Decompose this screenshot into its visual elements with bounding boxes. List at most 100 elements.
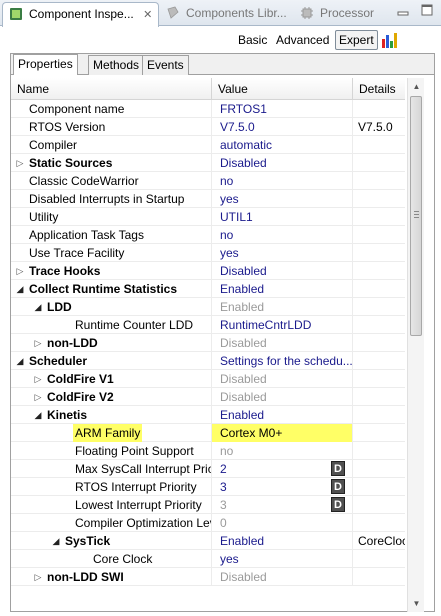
table-row[interactable]: Lowest Interrupt Priority 3 D bbox=[11, 496, 405, 514]
table-row[interactable]: Compiler Optimization Lev 0 bbox=[11, 514, 405, 532]
table-row[interactable]: RTOS Interrupt Priority 3 D bbox=[11, 478, 405, 496]
table-row[interactable]: ▷ Trace Hooks Disabled bbox=[11, 262, 405, 280]
minimize-icon[interactable] bbox=[396, 3, 410, 17]
scrollbar-thumb[interactable] bbox=[410, 96, 422, 336]
collapse-arrow-icon[interactable]: ◢ bbox=[51, 532, 61, 550]
table-row[interactable]: ▷ non-LDD Disabled bbox=[11, 334, 405, 352]
table-row[interactable]: Max SysCall Interrupt Prior 2 D bbox=[11, 460, 405, 478]
close-icon[interactable]: ✕ bbox=[143, 9, 152, 21]
value-cell[interactable]: FRTOS1 bbox=[212, 100, 353, 118]
table-row[interactable]: Application Task Tags no bbox=[11, 226, 405, 244]
tab-processor[interactable]: Processor bbox=[294, 2, 380, 26]
table-row[interactable]: Utility UTIL1 bbox=[11, 208, 405, 226]
tab-components-library[interactable]: Components Libr... bbox=[160, 2, 293, 26]
table-row[interactable]: Component name FRTOS1 bbox=[11, 100, 405, 118]
table-row[interactable]: ARM Family Cortex M0+ bbox=[11, 424, 405, 442]
maximize-icon[interactable] bbox=[420, 3, 434, 17]
table-row[interactable]: Classic CodeWarrior no bbox=[11, 172, 405, 190]
table-row[interactable]: ◢ Collect Runtime Statistics Enabled bbox=[11, 280, 405, 298]
value-cell[interactable]: Enabled bbox=[212, 406, 353, 424]
table-row[interactable]: Floating Point Support no bbox=[11, 442, 405, 460]
value-cell[interactable]: Disabled bbox=[212, 370, 353, 388]
value-cell[interactable]: Cortex M0+ bbox=[212, 424, 353, 442]
property-value: Disabled bbox=[220, 336, 267, 350]
name-cell: ◢ LDD bbox=[11, 298, 212, 316]
default-value-button[interactable]: D bbox=[331, 461, 345, 476]
table-row[interactable]: Use Trace Facility yes bbox=[11, 244, 405, 262]
table-row[interactable]: ▷ ColdFire V1 Disabled bbox=[11, 370, 405, 388]
table-row[interactable]: ▷ ColdFire V2 Disabled bbox=[11, 388, 405, 406]
value-cell[interactable]: no bbox=[212, 442, 353, 460]
table-row[interactable]: Disabled Interrupts in Startup yes bbox=[11, 190, 405, 208]
expand-arrow-icon[interactable]: ▷ bbox=[33, 568, 43, 586]
tab-events[interactable]: Events bbox=[142, 55, 189, 75]
value-cell[interactable]: no bbox=[212, 226, 353, 244]
details-cell bbox=[353, 244, 405, 262]
expand-arrow-icon[interactable]: ▷ bbox=[33, 388, 43, 406]
value-cell[interactable]: Settings for the schedu... bbox=[212, 352, 353, 370]
value-cell[interactable]: UTIL1 bbox=[212, 208, 353, 226]
value-cell[interactable]: automatic bbox=[212, 136, 353, 154]
table-row[interactable]: ▷ non-LDD SWI Disabled bbox=[11, 568, 405, 586]
value-cell[interactable]: Enabled bbox=[212, 298, 353, 316]
value-cell[interactable]: 0 bbox=[212, 514, 353, 532]
name-cell: Application Task Tags bbox=[11, 226, 212, 244]
value-cell[interactable]: Disabled bbox=[212, 334, 353, 352]
default-value-button[interactable]: D bbox=[331, 497, 345, 512]
value-cell[interactable]: Disabled bbox=[212, 568, 353, 586]
value-cell[interactable]: Disabled bbox=[212, 154, 353, 172]
table-row[interactable]: RTOS Version V7.5.0 V7.5.0 bbox=[11, 118, 405, 136]
collapse-arrow-icon[interactable]: ◢ bbox=[33, 406, 43, 424]
value-cell[interactable]: 2D bbox=[212, 460, 353, 478]
value-cell[interactable]: yes bbox=[212, 190, 353, 208]
value-cell[interactable]: Enabled bbox=[212, 280, 353, 298]
property-name: Classic CodeWarrior bbox=[29, 174, 139, 188]
collapse-arrow-icon[interactable]: ◢ bbox=[15, 280, 25, 298]
value-cell[interactable]: yes bbox=[212, 550, 353, 568]
tab-component-inspector[interactable]: Component Inspe... ✕ bbox=[2, 2, 160, 27]
expand-arrow-icon[interactable]: ▷ bbox=[15, 262, 25, 280]
table-row[interactable]: ▷ Static Sources Disabled bbox=[11, 154, 405, 172]
scroll-down-arrow-icon[interactable]: ▼ bbox=[408, 595, 425, 612]
value-cell[interactable]: Disabled bbox=[212, 388, 353, 406]
value-cell[interactable]: RuntimeCntrLDD bbox=[212, 316, 353, 334]
value-cell[interactable]: 3D bbox=[212, 496, 353, 514]
value-cell[interactable]: Disabled bbox=[212, 262, 353, 280]
table-row[interactable]: Core Clock yes bbox=[11, 550, 405, 568]
property-value: no bbox=[220, 444, 234, 458]
value-cell[interactable]: Enabled bbox=[212, 532, 353, 550]
value-cell[interactable]: V7.5.0 bbox=[212, 118, 353, 136]
column-header-name[interactable]: Name bbox=[11, 78, 212, 100]
details-cell bbox=[353, 100, 405, 118]
details-cell bbox=[353, 550, 405, 568]
advanced-mode-button[interactable]: Advanced bbox=[272, 30, 333, 50]
column-header-details[interactable]: Details bbox=[353, 78, 405, 100]
details-cell bbox=[353, 334, 405, 352]
collapse-arrow-icon[interactable]: ◢ bbox=[15, 352, 25, 370]
expand-arrow-icon[interactable]: ▷ bbox=[33, 370, 43, 388]
table-row[interactable]: ◢ Kinetis Enabled bbox=[11, 406, 405, 424]
value-cell[interactable]: no bbox=[212, 172, 353, 190]
expand-arrow-icon[interactable]: ▷ bbox=[15, 154, 25, 172]
scroll-up-arrow-icon[interactable]: ▲ bbox=[408, 78, 425, 95]
default-value-button[interactable]: D bbox=[331, 479, 345, 494]
table-row[interactable]: ◢ Scheduler Settings for the schedu... bbox=[11, 352, 405, 370]
table-row[interactable]: Compiler automatic bbox=[11, 136, 405, 154]
property-name: Use Trace Facility bbox=[29, 246, 125, 260]
expand-arrow-icon[interactable]: ▷ bbox=[33, 334, 43, 352]
column-header-value[interactable]: Value bbox=[212, 78, 353, 100]
property-value: Enabled bbox=[220, 534, 265, 548]
basic-mode-button[interactable]: Basic bbox=[234, 30, 271, 50]
value-cell[interactable]: yes bbox=[212, 244, 353, 262]
bar-chart-icon[interactable] bbox=[381, 31, 399, 49]
table-row[interactable]: Runtime Counter LDD RuntimeCntrLDD bbox=[11, 316, 405, 334]
vertical-scrollbar[interactable]: ▲ ▼ bbox=[407, 78, 424, 612]
tab-methods[interactable]: Methods bbox=[88, 55, 145, 75]
tab-properties[interactable]: Properties bbox=[13, 54, 78, 75]
value-cell[interactable]: 3D bbox=[212, 478, 353, 496]
property-value: UTIL1 bbox=[220, 210, 253, 224]
expert-mode-button[interactable]: Expert bbox=[335, 30, 378, 50]
collapse-arrow-icon[interactable]: ◢ bbox=[33, 298, 43, 316]
table-row[interactable]: ◢ SysTick Enabled CoreCloc bbox=[11, 532, 405, 550]
table-row[interactable]: ◢ LDD Enabled bbox=[11, 298, 405, 316]
